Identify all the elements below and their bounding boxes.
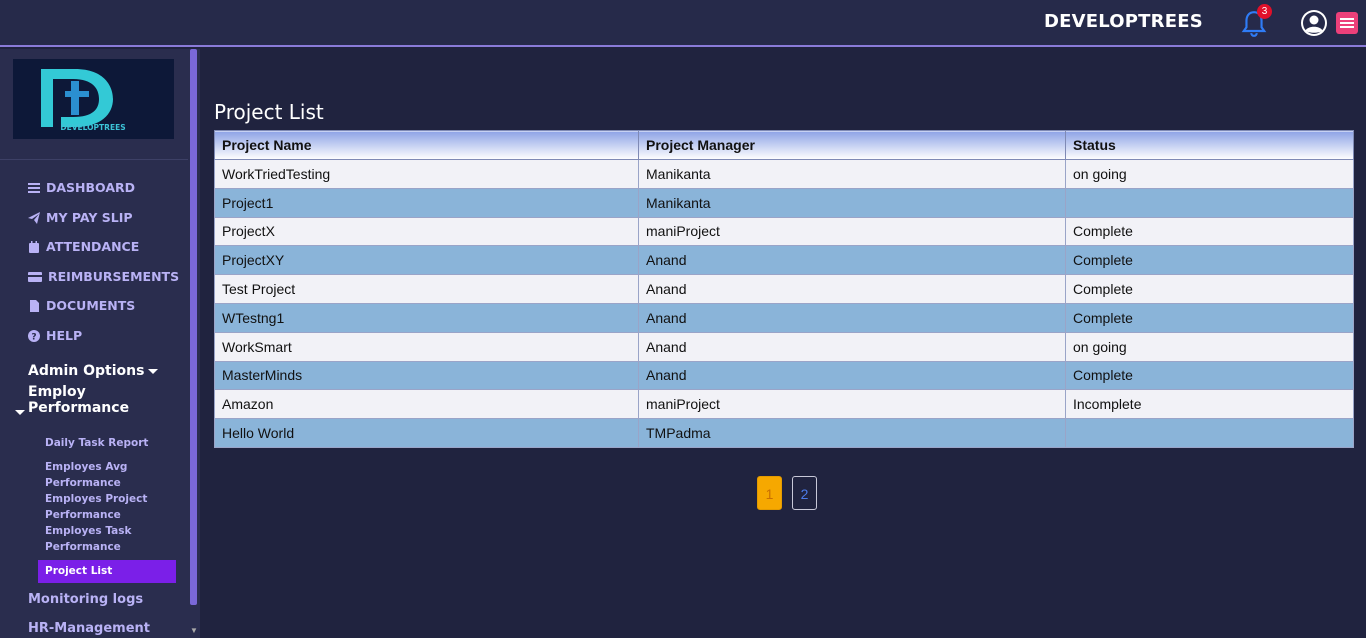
- sidebar-item-documents[interactable]: DOCUMENTS: [28, 298, 135, 313]
- cell-project-name: WTestng1: [214, 302, 639, 333]
- sidebar-item-hr-management[interactable]: HR-Management: [28, 621, 150, 636]
- cell-status: [1065, 418, 1354, 448]
- sidebar-subitem-employes-avg-performance[interactable]: Employes Avg Performance: [45, 459, 175, 491]
- cell-project-manager: Anand: [638, 274, 1066, 304]
- cell-project-name: MasterMinds: [214, 360, 639, 391]
- cell-status: Complete: [1065, 245, 1354, 276]
- cell-status: [1065, 187, 1354, 218]
- cell-project-name: ProjectXY: [214, 245, 639, 276]
- cell-project-manager: TMPadma: [638, 418, 1066, 448]
- sidebar-subitem-daily-task-report[interactable]: Daily Task Report: [45, 435, 175, 451]
- column-header-status[interactable]: Status: [1065, 130, 1354, 160]
- pagination-page-2[interactable]: 2: [792, 476, 817, 510]
- table-row[interactable]: Amazon maniProject Incomplete: [214, 389, 1354, 420]
- sidebar-subitem-project-list[interactable]: Project List: [45, 563, 175, 579]
- cell-status: Complete: [1065, 360, 1354, 391]
- sidebar-divider: [0, 159, 188, 160]
- sidebar-subitem-employes-task-performance[interactable]: Employes Task Performance: [45, 523, 175, 555]
- column-header-project-manager[interactable]: Project Manager: [638, 130, 1066, 160]
- sidebar-item-my-pay-slip[interactable]: MY PAY SLIP: [28, 210, 133, 225]
- scrollbar-thumb[interactable]: [190, 49, 197, 605]
- svg-text:DEVELOPTREES: DEVELOPTREES: [60, 123, 125, 132]
- cell-status: Complete: [1065, 216, 1354, 247]
- sidebar-item-monitoring-logs[interactable]: Monitoring logs: [28, 592, 143, 607]
- svg-text:?: ?: [31, 332, 36, 342]
- cell-project-name: Project1: [214, 187, 639, 218]
- sidebar-item-label: HELP: [46, 328, 83, 343]
- sidebar-item-label: ATTENDANCE: [46, 239, 140, 254]
- cell-project-manager: Anand: [638, 302, 1066, 333]
- user-circle-icon[interactable]: [1300, 9, 1328, 37]
- cell-project-manager: Anand: [638, 331, 1066, 362]
- sidebar-item-help[interactable]: ? HELP: [28, 328, 82, 343]
- table-row[interactable]: MasterMinds Anand Complete: [214, 360, 1354, 391]
- sidebar-item-reimbursements[interactable]: REIMBURSEMENTS: [28, 269, 179, 284]
- question-circle-icon: ?: [28, 329, 40, 342]
- project-table: Project Name Project Manager Status Work…: [214, 130, 1354, 448]
- column-header-project-name[interactable]: Project Name: [214, 130, 639, 160]
- top-bar: DEVELOPTREES 3: [0, 0, 1366, 47]
- table-row[interactable]: ProjectXY Anand Complete: [214, 245, 1354, 276]
- cell-project-manager: Anand: [638, 245, 1066, 276]
- sidebar: DEVELOPTREES DASHBOARD MY PAY SLIP ATTEN…: [0, 49, 188, 638]
- table-row[interactable]: WTestng1 Anand Complete: [214, 302, 1354, 333]
- table-row[interactable]: WorkSmart Anand on going: [214, 331, 1354, 362]
- page-title: Project List: [214, 100, 324, 124]
- cell-project-name: WorkTriedTesting: [214, 159, 639, 189]
- cell-project-manager: Manikanta: [638, 159, 1066, 189]
- employ-performance-label: Employ Performance: [28, 384, 130, 416]
- cell-project-name: ProjectX: [214, 216, 639, 247]
- sidebar-item-label: DASHBOARD: [46, 180, 136, 195]
- table-row[interactable]: Project1 Manikanta: [214, 187, 1354, 218]
- cell-status: on going: [1065, 331, 1354, 362]
- sidebar-scrollbar[interactable]: ▼: [188, 49, 200, 638]
- hamburger-menu-icon[interactable]: [1336, 12, 1358, 34]
- cell-project-manager: maniProject: [638, 216, 1066, 247]
- sidebar-item-label: REIMBURSEMENTS: [48, 269, 180, 284]
- table-row[interactable]: Test Project Anand Complete: [214, 274, 1354, 304]
- pagination-page-1[interactable]: 1: [757, 476, 782, 510]
- employ-performance-toggle[interactable]: Employ Performance: [28, 384, 188, 416]
- cell-project-name: Hello World: [214, 418, 639, 448]
- table-row[interactable]: ProjectX maniProject Complete: [214, 216, 1354, 247]
- cell-project-name: WorkSmart: [214, 331, 639, 362]
- sidebar-subitem-employes-project-performance[interactable]: Employes Project Performance: [45, 491, 175, 523]
- caret-down-icon[interactable]: [15, 410, 25, 415]
- table-row[interactable]: WorkTriedTesting Manikanta on going: [214, 159, 1354, 189]
- cell-project-name: Test Project: [214, 274, 639, 304]
- sidebar-item-attendance[interactable]: ATTENDANCE: [28, 239, 139, 254]
- cell-status: Complete: [1065, 302, 1354, 333]
- cell-project-manager: Anand: [638, 360, 1066, 391]
- admin-options-label: Admin Options: [28, 363, 145, 379]
- logo[interactable]: DEVELOPTREES: [13, 59, 174, 139]
- calendar-icon: [29, 240, 39, 253]
- brand-title: DEVELOPTREES: [1044, 11, 1203, 32]
- file-icon: [30, 299, 39, 312]
- notification-badge: 3: [1257, 4, 1272, 19]
- scroll-down-arrow-icon[interactable]: ▼: [190, 626, 198, 635]
- sidebar-item-label: MY PAY SLIP: [46, 210, 133, 225]
- cell-status: Incomplete: [1065, 389, 1354, 420]
- admin-options-toggle[interactable]: Admin Options: [28, 363, 159, 379]
- cell-project-manager: maniProject: [638, 389, 1066, 420]
- table-header-row: Project Name Project Manager Status: [214, 130, 1354, 160]
- sidebar-item-label: DOCUMENTS: [46, 298, 136, 313]
- sidebar-item-dashboard[interactable]: DASHBOARD: [28, 180, 135, 195]
- bars-icon: [28, 182, 40, 193]
- cell-status: Complete: [1065, 274, 1354, 304]
- cell-status: on going: [1065, 159, 1354, 189]
- cell-project-name: Amazon: [214, 389, 639, 420]
- cell-project-manager: Manikanta: [638, 187, 1066, 218]
- paper-plane-icon: [28, 211, 40, 224]
- caret-down-icon: [148, 368, 159, 374]
- table-row[interactable]: Hello World TMPadma: [214, 418, 1354, 448]
- credit-card-icon: [28, 271, 42, 282]
